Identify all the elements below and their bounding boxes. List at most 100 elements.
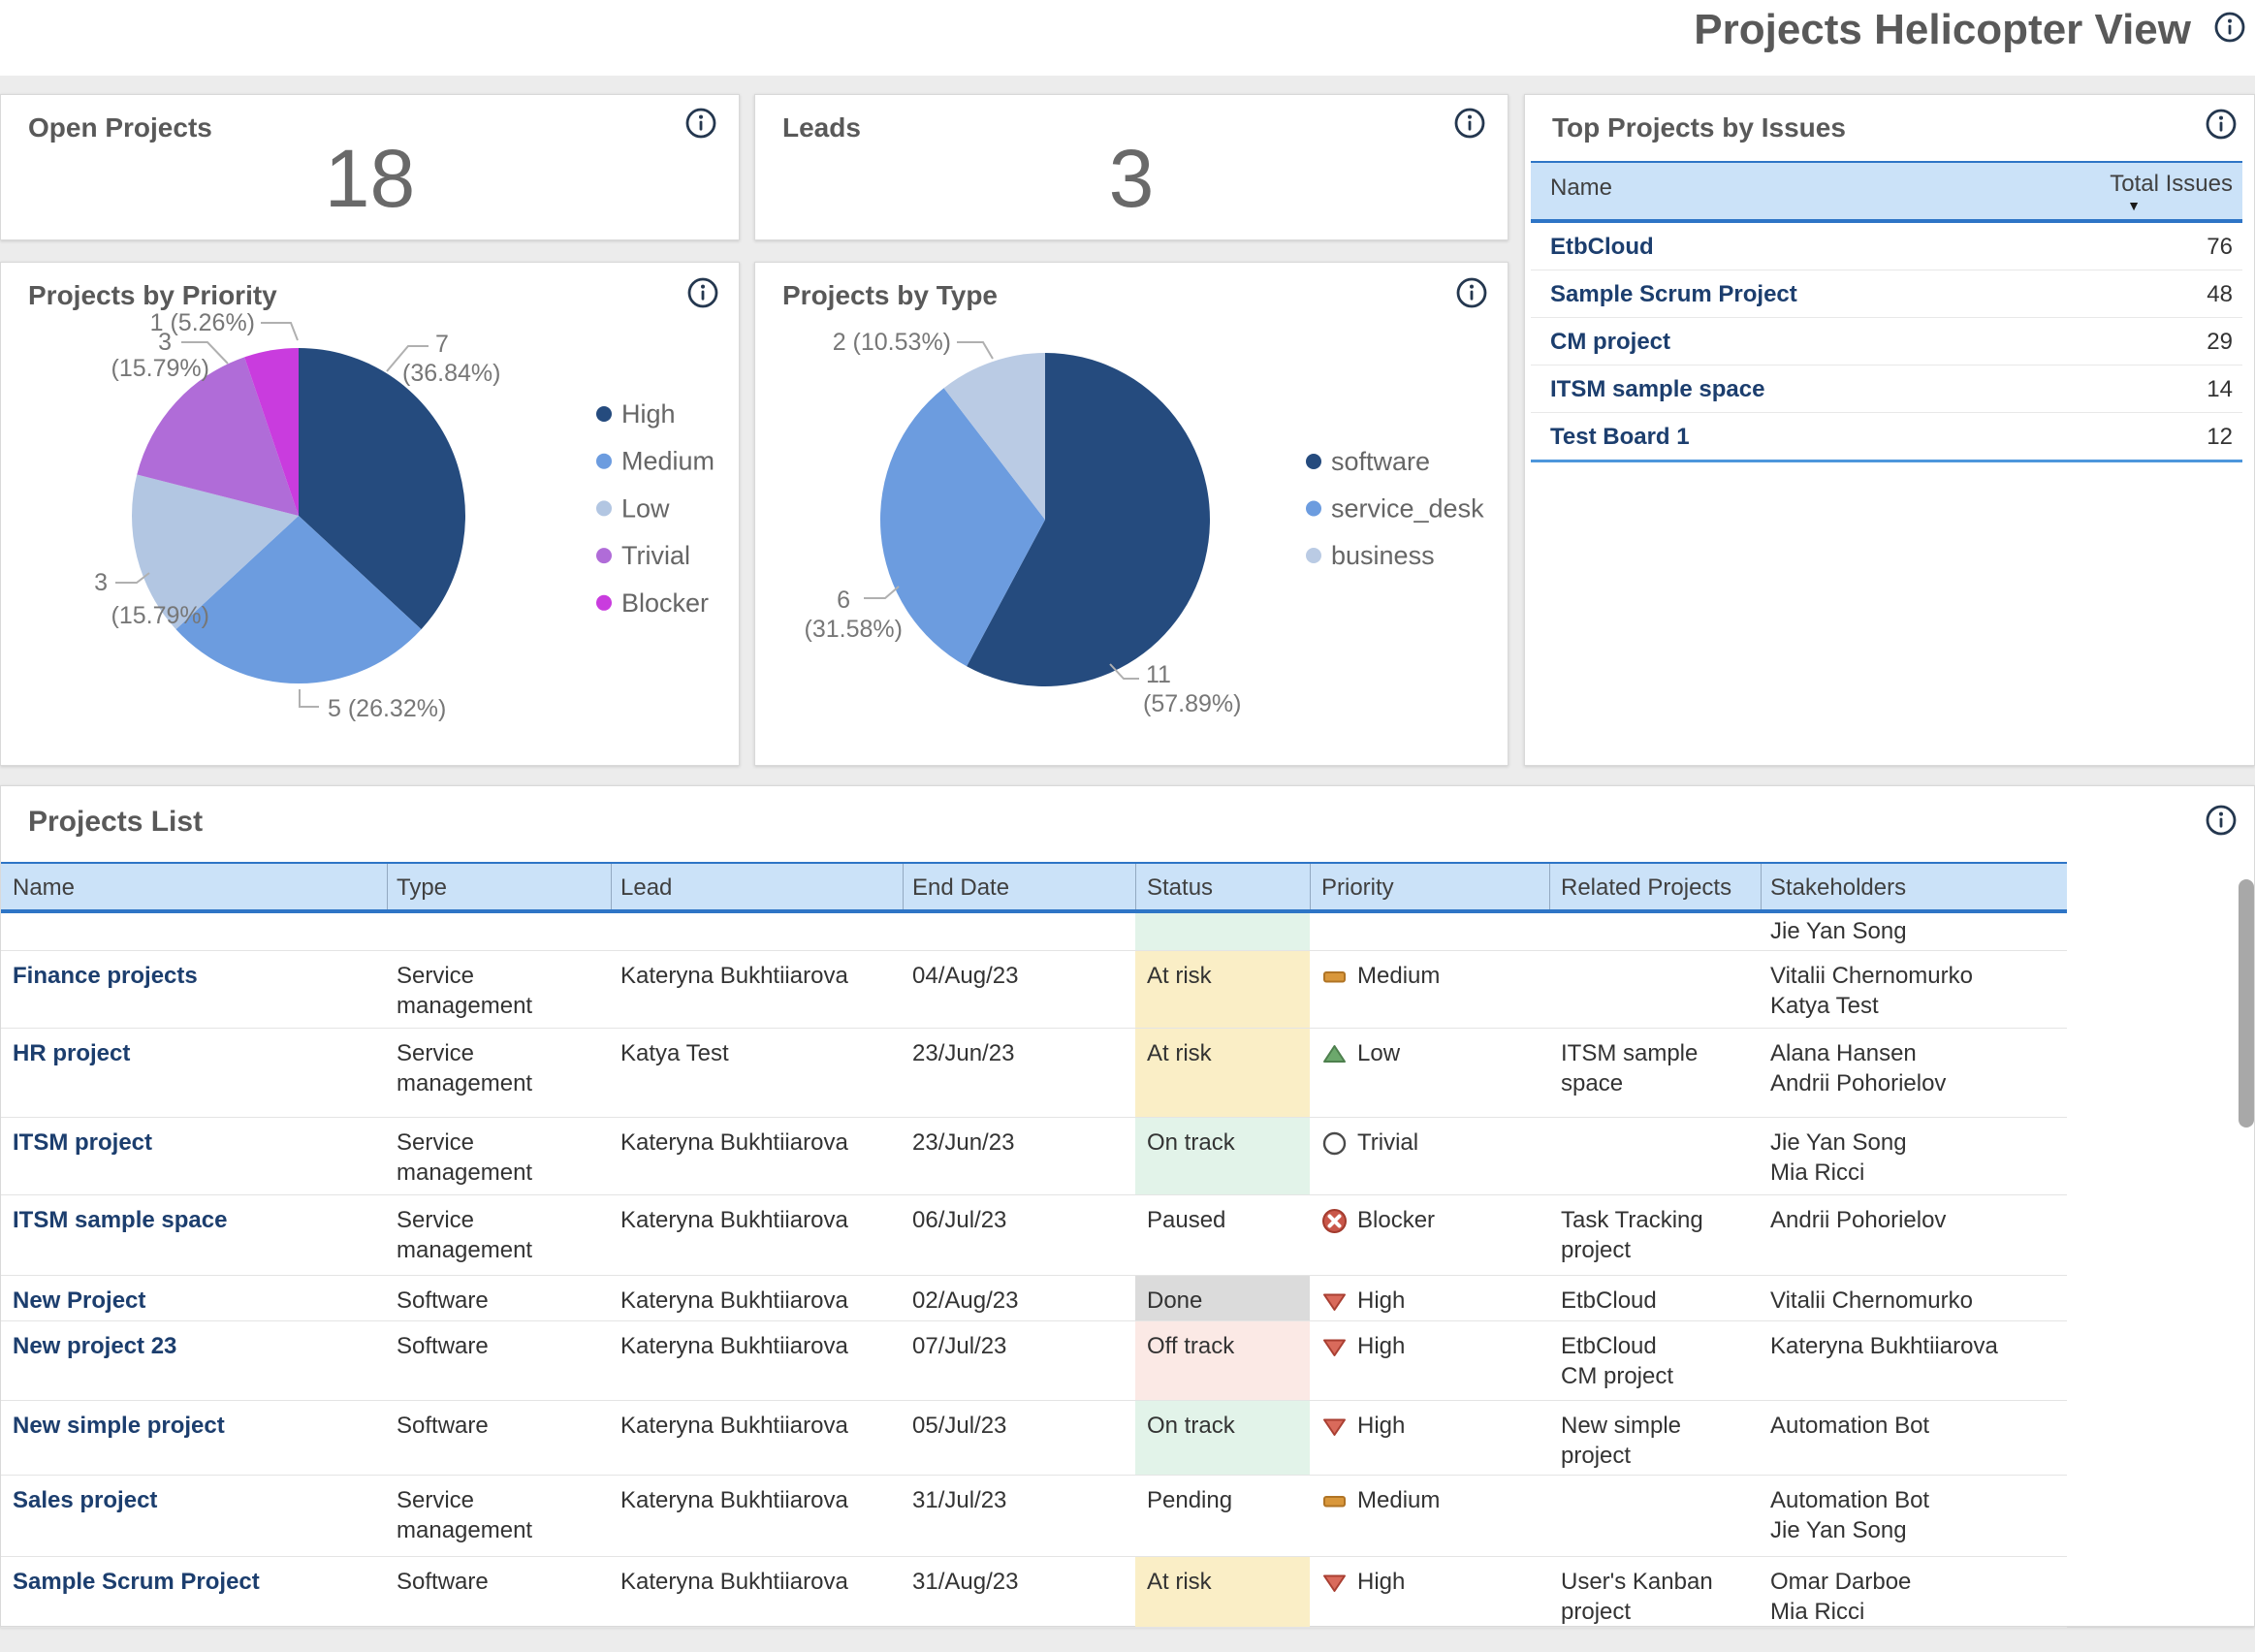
total-issues-value: 12 bbox=[2207, 424, 2233, 451]
info-icon[interactable] bbox=[2205, 108, 2238, 141]
info-icon[interactable] bbox=[1455, 276, 1488, 309]
table-row[interactable]: Sample Scrum Project48 bbox=[1531, 270, 2242, 318]
column-header-stakeholders[interactable]: Stakeholders bbox=[1770, 874, 1906, 902]
column-header-name[interactable]: Name bbox=[1550, 175, 1612, 202]
vertical-scrollbar-thumb[interactable] bbox=[2239, 879, 2254, 1128]
legend-swatch-Medium bbox=[596, 454, 612, 469]
column-header-priority[interactable]: Priority bbox=[1321, 874, 1394, 902]
related-project-name[interactable]: CM project bbox=[1561, 1361, 1755, 1391]
project-name-link[interactable]: New Project bbox=[13, 1276, 381, 1320]
info-icon[interactable] bbox=[1453, 107, 1486, 140]
legend-item-Medium[interactable]: Medium bbox=[621, 447, 715, 476]
priority-high-icon bbox=[1321, 1331, 1348, 1368]
project-name-link[interactable]: Sample Scrum Project bbox=[1550, 281, 1797, 308]
projects-by-priority-pie-chart[interactable]: 7(36.84%)5 (26.32%)3(15.79%)3(15.79%)1 (… bbox=[1, 263, 739, 765]
related-project-name[interactable]: User's Kanban project bbox=[1561, 1567, 1755, 1627]
column-header-name[interactable]: Name bbox=[13, 874, 75, 902]
legend-item-business[interactable]: business bbox=[1331, 541, 1435, 570]
status-cell: Paused bbox=[1135, 1195, 1310, 1275]
priority-medium-icon bbox=[1321, 1485, 1348, 1522]
project-name-link[interactable]: Finance projects bbox=[13, 951, 381, 1028]
priority-label: High bbox=[1357, 1567, 1405, 1597]
stakeholder-name: Omar Darboe bbox=[1770, 1567, 2061, 1597]
related-project-name[interactable]: Task Tracking project bbox=[1561, 1205, 1755, 1265]
column-header-total-issues[interactable]: Total Issues bbox=[2110, 171, 2233, 198]
table-row[interactable]: ITSM projectService managementKateryna B… bbox=[1, 1118, 2067, 1195]
end-date-cell: 31/Jul/23 bbox=[912, 1476, 1129, 1556]
table-row[interactable]: HR projectService managementKatya Test23… bbox=[1, 1029, 2067, 1118]
card-title: Top Projects by Issues bbox=[1552, 112, 1846, 143]
project-name-link[interactable]: HR project bbox=[13, 1029, 381, 1117]
related-project-name[interactable]: New simple project bbox=[1561, 1411, 1755, 1471]
data-label: (15.79%) bbox=[111, 602, 209, 629]
stakeholder-name: Jie Yan Song bbox=[1770, 1128, 2061, 1158]
stakeholders-cell: Vitalii Chernomurko bbox=[1770, 1276, 2061, 1320]
project-name-link[interactable]: ITSM sample space bbox=[1550, 376, 1764, 403]
stakeholders-cell: Omar DarboeMia Ricci bbox=[1770, 1557, 2061, 1627]
project-name-link[interactable]: Test Board 1 bbox=[1550, 424, 1690, 451]
table-row[interactable]: CM project29 bbox=[1531, 318, 2242, 365]
type-cell: Service management bbox=[397, 1118, 605, 1194]
related-projects-cell: EtbCloudCM project bbox=[1561, 1321, 1755, 1400]
legend-item-service_desk[interactable]: service_desk bbox=[1331, 494, 1484, 524]
legend-item-Low[interactable]: Low bbox=[621, 493, 670, 523]
stakeholder-name: Mia Ricci bbox=[1770, 1597, 2061, 1627]
table-row[interactable]: EtbCloud 76 bbox=[1531, 223, 2242, 270]
lead-cell: Kateryna Bukhtiiarova bbox=[620, 1321, 897, 1400]
status-cell bbox=[1135, 913, 1310, 950]
status-cell: At risk bbox=[1135, 1029, 1310, 1117]
project-name-link[interactable]: Sales project bbox=[13, 1476, 381, 1556]
related-project-name[interactable]: EtbCloud bbox=[1561, 1331, 1755, 1361]
projects-by-type-pie-chart[interactable]: 11(57.89%)6(31.58%)2 (10.53%)softwareser… bbox=[755, 263, 1508, 765]
project-name-link[interactable]: EtbCloud bbox=[1550, 234, 1654, 261]
project-name-link[interactable]: New project 23 bbox=[13, 1321, 381, 1400]
table-row[interactable]: New simple projectSoftwareKateryna Bukht… bbox=[1, 1401, 2067, 1476]
column-header-type[interactable]: Type bbox=[397, 874, 447, 902]
legend-item-Trivial[interactable]: Trivial bbox=[621, 541, 690, 570]
type-cell: Service management bbox=[397, 1195, 605, 1275]
table-row[interactable]: New project 23SoftwareKateryna Bukhtiiar… bbox=[1, 1321, 2067, 1401]
callout-leader-line bbox=[261, 323, 298, 340]
priority-label: Medium bbox=[1357, 1485, 1440, 1515]
project-name-link[interactable]: ITSM sample space bbox=[13, 1195, 381, 1275]
project-name-text: Sample Scrum Project bbox=[13, 1569, 260, 1595]
lead-cell: Kateryna Bukhtiiarova bbox=[620, 1276, 897, 1320]
project-name-link[interactable]: Sample Scrum Project bbox=[13, 1557, 381, 1627]
leads-card: Leads 3 bbox=[754, 94, 1509, 240]
column-header-status[interactable]: Status bbox=[1147, 874, 1213, 902]
legend-swatch-Low bbox=[596, 500, 612, 516]
info-icon[interactable] bbox=[686, 276, 719, 309]
status-cell: On track bbox=[1135, 1401, 1310, 1475]
column-header-end_date[interactable]: End Date bbox=[912, 874, 1009, 902]
legend-item-High[interactable]: High bbox=[621, 399, 676, 429]
table-row[interactable]: ITSM sample space14 bbox=[1531, 365, 2242, 413]
table-row[interactable]: ITSM sample spaceService managementKater… bbox=[1, 1195, 2067, 1276]
legend-item-software[interactable]: software bbox=[1331, 447, 1430, 476]
table-row[interactable]: Sales projectService managementKateryna … bbox=[1, 1476, 2067, 1557]
table-row[interactable]: Finance projectsService managementKatery… bbox=[1, 951, 2067, 1029]
table-row-partial[interactable]: Jie Yan Song bbox=[1, 913, 2067, 951]
info-icon[interactable] bbox=[684, 107, 717, 140]
stakeholders-cell: Andrii Pohorielov bbox=[1770, 1195, 2061, 1275]
project-name-link[interactable]: CM project bbox=[1550, 329, 1670, 356]
table-body: Jie Yan SongFinance projectsService mana… bbox=[1, 913, 2067, 1628]
total-issues-value: 76 bbox=[2207, 234, 2233, 261]
legend-item-Blocker[interactable]: Blocker bbox=[621, 588, 709, 618]
data-label: 11 bbox=[1146, 661, 1171, 688]
project-name-link[interactable]: ITSM project bbox=[13, 1118, 381, 1194]
info-icon[interactable] bbox=[2205, 804, 2238, 837]
column-header-lead[interactable]: Lead bbox=[620, 874, 672, 902]
project-name-text: New project 23 bbox=[13, 1333, 176, 1359]
sort-descending-icon[interactable]: ▼ bbox=[2127, 198, 2141, 213]
project-name-link[interactable]: New simple project bbox=[13, 1401, 381, 1475]
related-project-name[interactable]: ITSM sample space bbox=[1561, 1038, 1755, 1098]
status-badge: At risk bbox=[1147, 963, 1212, 989]
info-icon[interactable] bbox=[2213, 11, 2246, 44]
table-row[interactable]: Test Board 1 12 bbox=[1531, 413, 2242, 462]
related-project-name[interactable]: EtbCloud bbox=[1561, 1286, 1755, 1316]
table-row[interactable]: New ProjectSoftwareKateryna Bukhtiiarova… bbox=[1, 1276, 2067, 1321]
column-header-related[interactable]: Related Projects bbox=[1561, 874, 1731, 902]
end-date-cell: 06/Jul/23 bbox=[912, 1195, 1129, 1275]
table-row[interactable]: Sample Scrum ProjectSoftwareKateryna Buk… bbox=[1, 1557, 2067, 1628]
priority-label: Blocker bbox=[1357, 1205, 1435, 1235]
